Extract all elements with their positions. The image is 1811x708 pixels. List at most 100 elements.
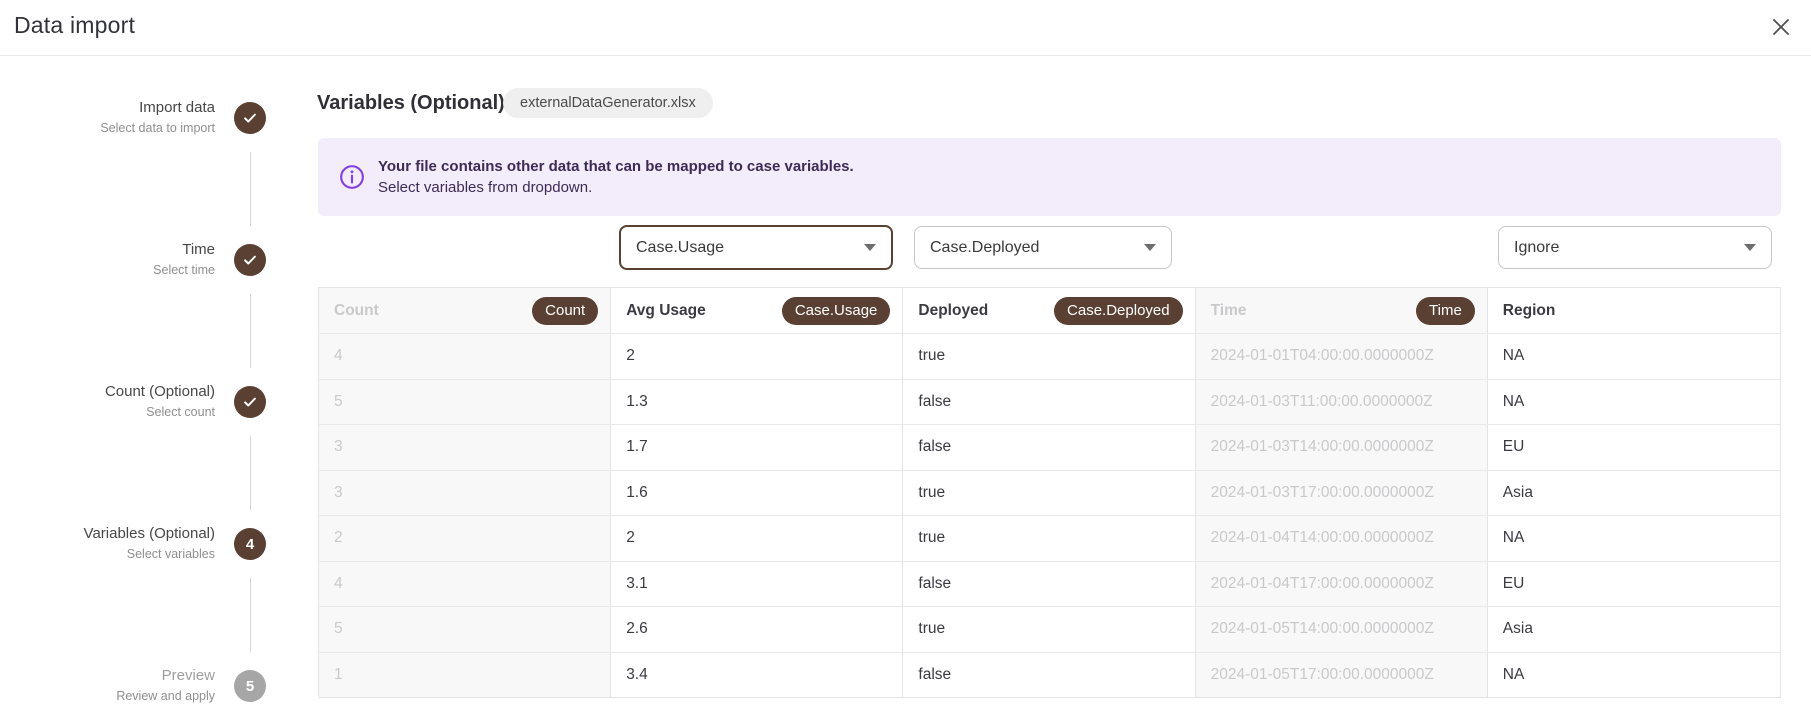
- stepper-step-3[interactable]: Count (Optional)Select count: [0, 380, 266, 424]
- step-subtitle: Select time: [0, 263, 215, 279]
- check-icon: [234, 244, 266, 276]
- data-preview-table: Count Count Avg Usage Case.Usage Deploye…: [318, 287, 1781, 698]
- table-cell: false: [903, 380, 1195, 425]
- stepper-step-4[interactable]: Variables (Optional) Select variables 4: [0, 522, 266, 566]
- close-button[interactable]: [1763, 10, 1799, 46]
- stepper-step-1[interactable]: Import data Select data to import: [0, 96, 266, 140]
- table-cell: true: [903, 607, 1195, 652]
- table-cell: 2024-01-05T14:00:00.0000000Z: [1196, 607, 1488, 652]
- column-header-count: Count Count: [319, 288, 611, 333]
- table-cell: 5: [319, 380, 611, 425]
- table-row: 13.4false2024-01-05T17:00:00.0000000ZNA: [319, 652, 1780, 698]
- step-label: Variables (Optional) Select variables: [0, 525, 234, 562]
- chevron-down-icon: [1744, 244, 1756, 251]
- table-cell: 2024-01-03T14:00:00.0000000Z: [1196, 425, 1488, 470]
- chevron-down-icon: [1144, 244, 1156, 251]
- table-row: 51.3false2024-01-03T11:00:00.0000000ZNA: [319, 379, 1780, 425]
- check-icon: [234, 102, 266, 134]
- step-label: Time Select time: [0, 241, 234, 278]
- column-header-avg-usage: Avg Usage Case.Usage: [611, 288, 903, 333]
- table-cell: NA: [1488, 653, 1780, 698]
- column-header-region: Region: [1488, 288, 1780, 333]
- mapping-badge: Count: [532, 297, 598, 325]
- table-row: 31.7false2024-01-03T14:00:00.0000000ZEU: [319, 424, 1780, 470]
- column-label: Time: [1211, 302, 1247, 320]
- step-title: Variables (Optional): [0, 525, 215, 544]
- table-cell: EU: [1488, 425, 1780, 470]
- banner-text: Your file contains other data that can b…: [378, 156, 854, 198]
- stepper: Import data Select data to import Time Sele…: [0, 0, 290, 701]
- table-cell: 2024-01-01T04:00:00.0000000Z: [1196, 334, 1488, 379]
- banner-line-1: Your file contains other data that can b…: [378, 156, 854, 177]
- chevron-down-icon: [864, 244, 876, 251]
- step-subtitle: Review and apply: [0, 689, 215, 705]
- step-label: Count (Optional)Select count: [0, 383, 234, 420]
- table-row: 52.6true2024-01-05T14:00:00.0000000ZAsia: [319, 606, 1780, 652]
- table-cell: EU: [1488, 562, 1780, 607]
- table-cell: 3.4: [611, 653, 903, 698]
- close-icon: [1770, 16, 1792, 41]
- stepper-connector: [250, 152, 251, 226]
- dropdown-value: Case.Usage: [636, 239, 724, 257]
- table-cell: true: [903, 516, 1195, 561]
- column-header-deployed: Deployed Case.Deployed: [903, 288, 1195, 333]
- table-cell: 2024-01-03T11:00:00.0000000Z: [1196, 380, 1488, 425]
- section-heading: Variables (Optional): [317, 92, 505, 115]
- table-cell: 2: [611, 334, 903, 379]
- info-banner: Your file contains other data that can b…: [318, 138, 1781, 216]
- table-body: 42true2024-01-01T04:00:00.0000000ZNA51.3…: [319, 333, 1780, 697]
- table-cell: 3: [319, 425, 611, 470]
- step-subtitle: Select variables: [0, 547, 215, 563]
- table-cell: 3: [319, 471, 611, 516]
- step-subtitle: Select count: [0, 405, 215, 421]
- table-cell: NA: [1488, 516, 1780, 561]
- step-label: Preview Review and apply: [0, 667, 234, 704]
- table-cell: 1.3: [611, 380, 903, 425]
- column-header-time: Time Time: [1196, 288, 1488, 333]
- variable-dropdown-region[interactable]: Ignore: [1498, 226, 1772, 269]
- step-number: 5: [234, 670, 266, 702]
- column-label: Avg Usage: [626, 302, 706, 320]
- table-cell: 3.1: [611, 562, 903, 607]
- table-cell: false: [903, 653, 1195, 698]
- step-title: Import data: [0, 99, 215, 118]
- table-cell: Asia: [1488, 471, 1780, 516]
- table-cell: NA: [1488, 334, 1780, 379]
- mapping-badge: Time: [1416, 297, 1475, 325]
- table-cell: Asia: [1488, 607, 1780, 652]
- table-cell: true: [903, 334, 1195, 379]
- variable-dropdown-deployed[interactable]: Case.Deployed: [914, 226, 1172, 269]
- mapping-badge: Case.Deployed: [1054, 297, 1183, 325]
- info-icon: [339, 164, 365, 190]
- mapping-badge: Case.Usage: [782, 297, 891, 325]
- table-cell: 5: [319, 607, 611, 652]
- table-row: 43.1false2024-01-04T17:00:00.0000000ZEU: [319, 561, 1780, 607]
- column-label: Deployed: [918, 302, 988, 320]
- table-cell: false: [903, 425, 1195, 470]
- table-cell: 2024-01-04T17:00:00.0000000Z: [1196, 562, 1488, 607]
- dropdown-value: Case.Deployed: [930, 239, 1039, 257]
- table-cell: 1.7: [611, 425, 903, 470]
- variable-dropdown-avg-usage[interactable]: Case.Usage: [619, 225, 893, 270]
- check-icon: [234, 386, 266, 418]
- stepper-step-5[interactable]: Preview Review and apply 5: [0, 664, 266, 708]
- dropdown-value: Ignore: [1514, 239, 1559, 257]
- file-name-chip: externalDataGenerator.xlsx: [503, 88, 713, 118]
- step-number: 4: [234, 528, 266, 560]
- table-row: 42true2024-01-01T04:00:00.0000000ZNA: [319, 333, 1780, 379]
- table-cell: 2: [319, 516, 611, 561]
- column-label: Region: [1503, 302, 1556, 320]
- step-title: Time: [0, 241, 215, 260]
- step-label: Import data Select data to import: [0, 99, 234, 136]
- banner-line-2: Select variables from dropdown.: [378, 177, 854, 198]
- stepper-step-2[interactable]: Time Select time: [0, 238, 266, 282]
- table-cell: 2024-01-04T14:00:00.0000000Z: [1196, 516, 1488, 561]
- table-row: 31.6true2024-01-03T17:00:00.0000000ZAsia: [319, 470, 1780, 516]
- step-subtitle: Select data to import: [0, 121, 215, 137]
- table-cell: 4: [319, 334, 611, 379]
- step-title: Preview: [0, 667, 215, 686]
- table-cell: false: [903, 562, 1195, 607]
- table-cell: 2: [611, 516, 903, 561]
- table-row: 22true2024-01-04T14:00:00.0000000ZNA: [319, 515, 1780, 561]
- table-cell: 2024-01-03T17:00:00.0000000Z: [1196, 471, 1488, 516]
